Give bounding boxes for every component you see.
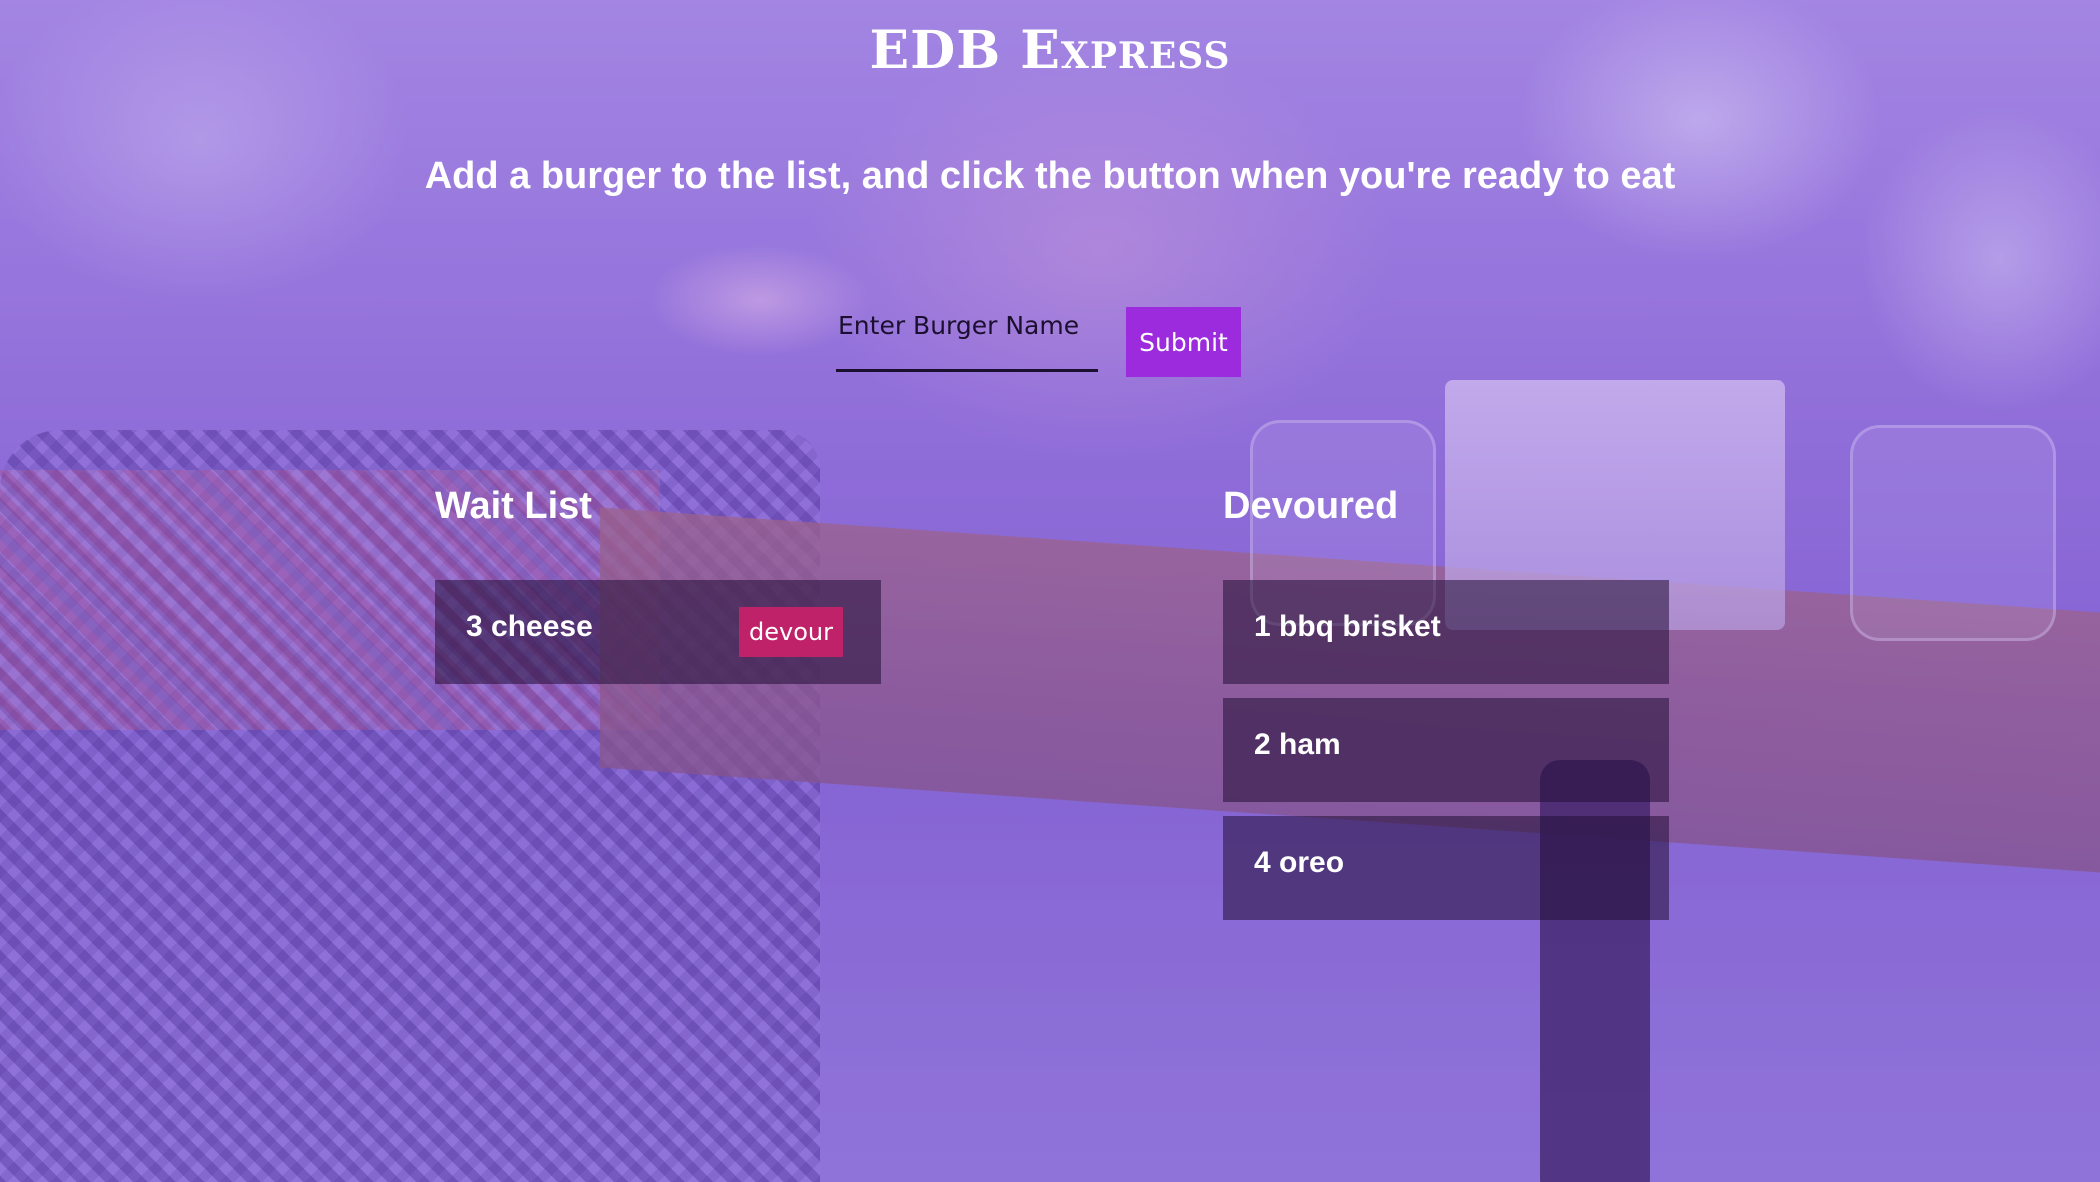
wait-list-item: 3 cheese devour [435, 580, 881, 684]
devoured-item-label: 1 bbq brisket [1254, 610, 1441, 643]
wait-list-heading: Wait List [435, 485, 592, 527]
devoured-heading: Devoured [1223, 485, 1399, 527]
page-content: EDB Express Add a burger to the list, an… [0, 0, 2100, 1182]
devoured-item-label: 4 oreo [1254, 846, 1345, 879]
wait-list-item-label: 3 cheese [466, 610, 593, 643]
page-subtitle: Add a burger to the list, and click the … [424, 155, 1676, 197]
burger-name-input[interactable] [836, 300, 1098, 372]
submit-button[interactable]: Submit [1126, 307, 1241, 377]
add-burger-form: Submit [836, 300, 1241, 377]
devour-button[interactable]: devour [739, 607, 843, 657]
site-title: EDB Express [869, 20, 1231, 81]
devoured-list-item: 1 bbq brisket [1223, 580, 1669, 684]
devoured-item-label: 2 ham [1254, 728, 1341, 761]
devoured-list-item: 4 oreo [1223, 816, 1669, 920]
devoured-list-item: 2 ham [1223, 698, 1669, 802]
